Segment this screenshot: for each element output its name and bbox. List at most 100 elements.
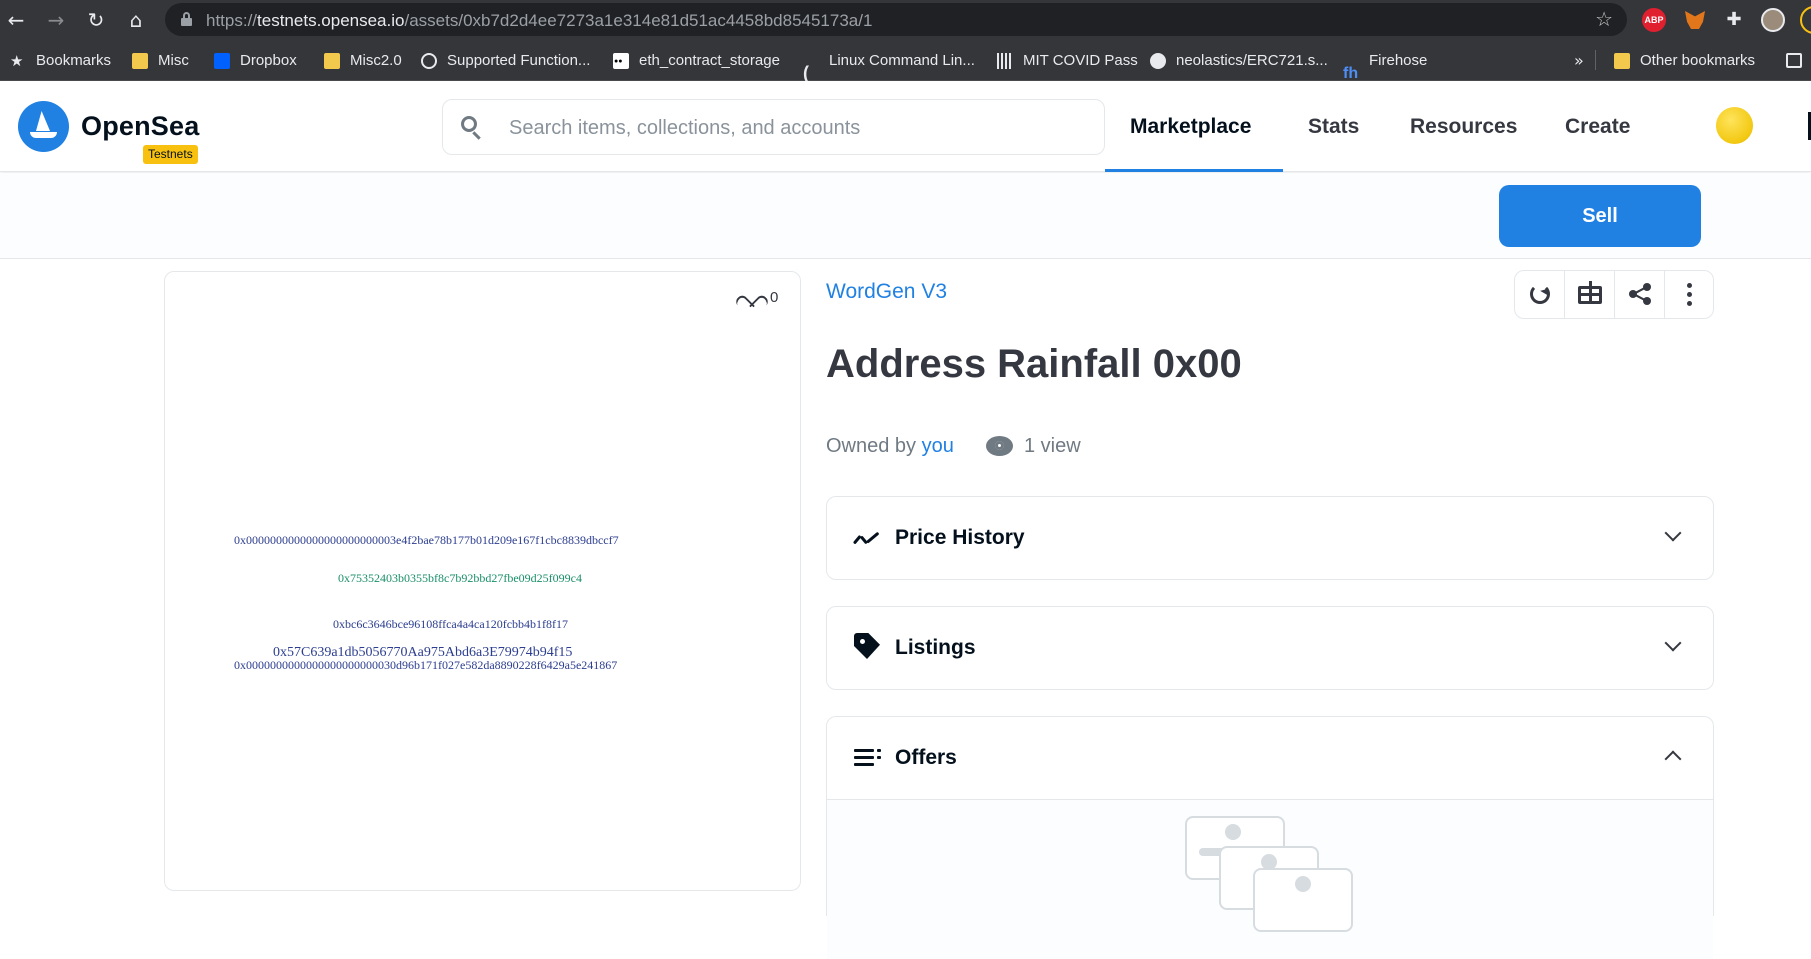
nav-resources[interactable]: Resources xyxy=(1410,115,1517,139)
bookmark-firehose[interactable]: fh Firehose xyxy=(1343,40,1428,82)
offers-empty-state xyxy=(827,799,1713,959)
price-history-title: Price History xyxy=(895,526,1025,549)
bookmark-mit-covid-pass[interactable]: MIT COVID Pass xyxy=(997,40,1138,81)
bookmark-label: MIT COVID Pass xyxy=(1023,52,1138,69)
bookmark-misc2[interactable]: Misc2.0 xyxy=(324,40,402,81)
listings-header[interactable]: Listings xyxy=(827,607,1713,689)
bookmark-eth-contract-storage[interactable]: eth_contract_storage xyxy=(613,40,780,82)
view-count: 1 view xyxy=(1024,435,1081,457)
profile-avatar-icon[interactable] xyxy=(1761,8,1785,32)
trending-up-icon xyxy=(852,527,882,547)
reading-list-icon[interactable] xyxy=(1786,53,1802,68)
chevron-down-icon xyxy=(1664,634,1682,652)
eye-icon xyxy=(986,436,1013,456)
asset-image-line-2: 0x75352403b0355bf8c7b92bbd27fbe09d25f099… xyxy=(338,571,582,585)
url-text[interactable]: https://testnets.opensea.io/assets/0xb7d… xyxy=(206,11,872,31)
collection-link[interactable]: WordGen V3 xyxy=(826,280,947,304)
sell-button[interactable]: Sell xyxy=(1499,185,1701,247)
bookmark-label: Misc2.0 xyxy=(350,52,402,69)
listings-title: Listings xyxy=(895,636,976,659)
forward-icon[interactable]: → xyxy=(42,6,70,34)
bookmark-neolastics[interactable]: neolastics/ERC721.s... xyxy=(1150,40,1328,81)
nav-stats[interactable]: Stats xyxy=(1308,115,1359,139)
search-input[interactable] xyxy=(509,114,1089,142)
nav-create[interactable]: Create xyxy=(1565,115,1630,139)
asset-title: Address Rainfall 0x00 xyxy=(826,342,1242,386)
bookmark-linux-command-line[interactable]: ( Linux Command Lin... xyxy=(803,40,975,84)
offers-title: Offers xyxy=(895,746,957,769)
back-icon[interactable]: ← xyxy=(2,6,30,34)
folder-icon xyxy=(324,53,340,70)
bookmark-dropbox[interactable]: Dropbox xyxy=(214,40,297,81)
asset-image-line-1: 0x0000000000000000000000003e4f2bae78b177… xyxy=(234,533,619,547)
chevron-up-icon xyxy=(1664,750,1682,768)
nav-marketplace[interactable]: Marketplace xyxy=(1130,115,1251,139)
chevron-down-icon xyxy=(1664,524,1682,542)
url-host: testnets.opensea.io xyxy=(257,11,405,30)
search-icon xyxy=(461,116,483,140)
star-icon: ★ xyxy=(10,51,24,70)
adblock-plus-icon[interactable]: ABP xyxy=(1642,8,1666,32)
favorite-heart-icon[interactable] xyxy=(740,286,763,308)
folder-icon xyxy=(1614,53,1630,70)
bookmark-label: Dropbox xyxy=(240,52,297,69)
bookmark-label: Firehose xyxy=(1369,52,1428,69)
address-bar[interactable]: https://testnets.opensea.io/assets/0xb7d… xyxy=(165,3,1627,36)
reload-icon[interactable]: ↻ xyxy=(82,6,110,34)
bookmark-misc[interactable]: Misc xyxy=(132,40,189,81)
home-icon[interactable]: ⌂ xyxy=(122,6,150,34)
bookmark-other[interactable]: Other bookmarks xyxy=(1614,40,1755,81)
browser-toolbar: ← → ↻ ⌂ https://testnets.opensea.io/asse… xyxy=(0,0,1811,40)
asset-image-line-5: 0x0000000000000000000000030d96b171f027e5… xyxy=(234,658,618,672)
bookmark-label: Linux Command Lin... xyxy=(829,52,975,69)
profile-ring-icon[interactable] xyxy=(1800,6,1811,34)
logo-text[interactable]: OpenSea xyxy=(81,111,199,142)
metamask-fox-icon[interactable] xyxy=(1683,8,1707,32)
account-avatar[interactable] xyxy=(1716,107,1753,144)
bookmark-star-icon[interactable]: ☆ xyxy=(1595,7,1613,31)
bookmark-divider xyxy=(1595,50,1596,70)
owned-by-label: Owned by xyxy=(826,435,917,457)
share-icon xyxy=(1629,283,1651,305)
price-history-panel[interactable]: Price History xyxy=(826,496,1714,580)
mit-logo-icon xyxy=(997,53,1013,70)
transfer-button[interactable] xyxy=(1565,271,1615,318)
bookmark-supported-functions[interactable]: Supported Function... xyxy=(421,40,590,81)
bookmark-label: Other bookmarks xyxy=(1640,52,1756,69)
lock-icon[interactable] xyxy=(181,12,192,26)
paren-icon: ( xyxy=(803,63,809,84)
refresh-metadata-button[interactable] xyxy=(1515,271,1565,318)
bookmark-label: Bookmarks xyxy=(36,52,112,69)
more-options-button[interactable] xyxy=(1665,271,1715,318)
price-history-header[interactable]: Price History xyxy=(827,497,1713,579)
bookmark-label: Supported Function... xyxy=(447,52,591,69)
opensea-logo-icon[interactable] xyxy=(18,101,69,152)
refresh-icon xyxy=(1530,284,1550,304)
gift-icon xyxy=(1578,281,1602,304)
more-vertical-icon xyxy=(1687,283,1692,306)
more-bookmarks-icon[interactable]: » xyxy=(1574,40,1584,81)
share-button[interactable] xyxy=(1615,271,1665,318)
bookmark-label: neolastics/ERC721.s... xyxy=(1176,52,1328,69)
listings-panel[interactable]: Listings xyxy=(826,606,1714,690)
offers-panel[interactable]: Offers xyxy=(826,716,1714,959)
globe-icon xyxy=(421,53,437,70)
empty-offers-illustration xyxy=(1185,816,1355,932)
bookmarks-bar: ★ Bookmarks Misc Dropbox Misc2.0 Supporte… xyxy=(0,40,1811,84)
tag-icon xyxy=(854,633,880,659)
github-icon xyxy=(1150,53,1166,70)
url-scheme: https:// xyxy=(206,11,258,30)
offers-header[interactable]: Offers xyxy=(827,717,1713,799)
search-bar[interactable] xyxy=(442,99,1105,155)
owned-by: Owned by you xyxy=(826,435,954,458)
asset-image-line-3: 0xbc6c3646bce96108ffca4a4ca120fcbb4b1f8f… xyxy=(333,617,569,631)
bookmark-label: Misc xyxy=(158,52,189,69)
list-icon xyxy=(854,749,881,767)
bookmark-bookmarks[interactable]: ★ Bookmarks xyxy=(10,40,111,81)
testnets-badge: Testnets xyxy=(143,145,198,164)
medium-icon xyxy=(613,41,629,82)
url-path: /assets/0xb7d2d4ee7273a1e314e81d51ac4458… xyxy=(404,11,873,30)
owner-link[interactable]: you xyxy=(922,435,954,457)
extensions-puzzle-icon[interactable]: ✚ xyxy=(1722,8,1746,32)
asset-actions xyxy=(1514,270,1714,319)
